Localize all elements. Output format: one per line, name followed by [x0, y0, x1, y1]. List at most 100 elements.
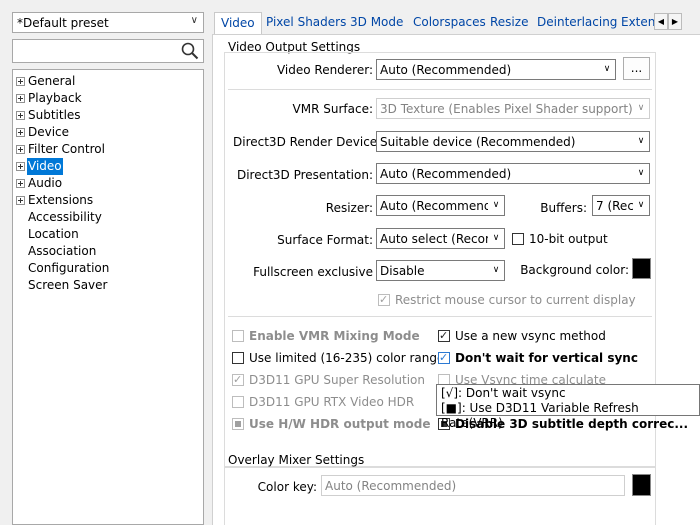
overlay-group-title: Overlay Mixer Settings — [228, 453, 365, 467]
color-key-value: Auto (Recommended) — [325, 479, 457, 493]
tab-pixel-shaders[interactable]: Pixel Shaders — [266, 12, 346, 35]
tab-extensions[interactable]: Exten — [621, 12, 655, 35]
chevron-down-icon: ∨ — [633, 132, 649, 151]
checkbox-box — [232, 330, 244, 342]
limited-color-range-label: Use limited (16-235) color range — [249, 351, 445, 365]
surface-format-label: Surface Format: — [277, 233, 373, 247]
tooltip-line-2: [■]: Use D3D11 Variable Refresh Rate(VRR… — [441, 401, 639, 430]
chevron-down-icon: ∨ — [599, 60, 615, 79]
tab-bar: Video Pixel Shaders 3D Mode Colorspaces … — [212, 12, 700, 35]
buffers-combo[interactable]: 7 (Reco ∨ — [592, 195, 650, 216]
resizer-label: Resizer: — [325, 201, 373, 215]
tree-item-label: Audio — [28, 176, 63, 190]
chevron-down-icon: ∨ — [488, 229, 504, 248]
expand-plus-icon[interactable] — [16, 179, 25, 188]
ten-bit-output-label: 10-bit output — [529, 232, 608, 246]
chevron-down-icon: ∨ — [488, 196, 504, 215]
resizer-combo[interactable]: Auto (Recommende ∨ — [376, 195, 505, 216]
tooltip-line-1: [√]: Don't wait vsync — [441, 386, 566, 400]
d3d-presentation-value: Auto (Recommended) — [380, 167, 512, 181]
expand-plus-icon[interactable] — [16, 94, 25, 103]
divider — [228, 316, 652, 317]
tab-colorspaces[interactable]: Colorspaces — [413, 12, 486, 35]
search-input[interactable] — [12, 39, 204, 63]
tree-item-label: Filter Control — [28, 142, 105, 156]
chevron-down-icon: ∨ — [633, 196, 649, 215]
expand-plus-icon[interactable] — [16, 111, 25, 120]
tree-item-label: General — [28, 74, 76, 88]
chevron-down-icon: ∨ — [633, 99, 649, 118]
expand-plus-icon[interactable] — [16, 77, 25, 86]
expand-plus-icon[interactable] — [16, 196, 25, 205]
vmr-surface-label: VMR Surface: — [292, 102, 373, 116]
tree-item-label: Association — [28, 244, 97, 258]
buffers-label: Buffers: — [540, 201, 587, 215]
video-renderer-label: Video Renderer: — [276, 63, 373, 77]
video-settings-panel: Video Output Settings Video Renderer: Au… — [212, 34, 700, 525]
checkbox-box — [232, 396, 244, 408]
options-tree[interactable]: General Playback Subtitles Device Filter… — [12, 69, 204, 525]
background-color-label: Background color: — [520, 263, 629, 277]
search-icon[interactable] — [181, 42, 199, 60]
tree-item-label: Accessibility — [28, 210, 102, 224]
restrict-mouse-label: Restrict mouse cursor to current display — [395, 293, 636, 307]
tree-item-label: Location — [28, 227, 79, 241]
preset-combo[interactable]: *Default preset ∨ — [12, 12, 204, 33]
d3d-presentation-label: Direct3D Presentation: — [236, 168, 373, 182]
fullscreen-exclusive-combo[interactable]: Disable ∨ — [376, 260, 505, 281]
surface-format-value: Auto select (Recomi — [380, 232, 500, 246]
new-vsync-method-label: Use a new vsync method — [455, 329, 606, 343]
chevron-down-icon: ∨ — [633, 164, 649, 183]
d3d11-super-resolution-label: D3D11 GPU Super Resolution — [249, 373, 426, 387]
preset-value: *Default preset — [17, 16, 109, 30]
checkbox-box — [378, 292, 390, 308]
tree-item-label: Subtitles — [28, 108, 81, 122]
tree-item-label: Configuration — [28, 261, 110, 275]
tab-3d-mode[interactable]: 3D Mode — [350, 12, 403, 35]
vmr-surface-combo: 3D Texture (Enables Pixel Shader support… — [376, 98, 650, 119]
chevron-down-icon: ∨ — [488, 261, 504, 280]
surface-format-combo[interactable]: Auto select (Recomi ∨ — [376, 228, 505, 249]
d3d11-rtx-hdr-label: D3D11 GPU RTX Video HDR — [249, 395, 415, 409]
tree-item-label: Screen Saver — [28, 278, 108, 292]
color-key-label: Color key: — [257, 480, 317, 494]
fullscreen-exclusive-label: Fullscreen exclusive — [253, 265, 373, 279]
renderer-settings-button[interactable]: ... — [623, 57, 650, 80]
vmr-surface-value: 3D Texture (Enables Pixel Shader support… — [380, 102, 650, 116]
tab-video[interactable]: Video — [214, 12, 262, 35]
color-key-swatch[interactable] — [632, 474, 651, 496]
checkbox-box — [232, 372, 244, 388]
checkbox-box[interactable] — [438, 328, 450, 344]
resizer-value: Auto (Recommende — [380, 199, 499, 213]
tab-resize[interactable]: Resize — [490, 12, 528, 35]
checkbox-box[interactable] — [232, 352, 244, 364]
tree-item-label: Device — [28, 125, 70, 139]
checkbox-box[interactable] — [512, 233, 524, 245]
expand-plus-icon[interactable] — [16, 162, 25, 171]
d3d-device-combo[interactable]: Suitable device (Recommended) ∨ — [376, 131, 650, 152]
background-color-swatch[interactable] — [632, 258, 651, 279]
tab-scroll-left-icon[interactable]: ◀ — [654, 13, 668, 30]
expand-plus-icon[interactable] — [16, 145, 25, 154]
dont-wait-vsync-label: Don't wait for vertical sync — [455, 351, 638, 365]
chevron-down-icon: ∨ — [190, 15, 198, 26]
video-renderer-combo[interactable]: Auto (Recommended) ∨ — [376, 59, 616, 80]
vrr-tooltip: [√]: Don't wait vsync [■]: Use D3D11 Var… — [436, 384, 700, 430]
checkbox-box[interactable] — [438, 350, 450, 366]
tab-scroll-right-icon[interactable]: ▶ — [668, 13, 682, 30]
d3d-presentation-combo[interactable]: Auto (Recommended) ∨ — [376, 163, 650, 184]
tree-item-label: Playback — [28, 91, 82, 105]
vmr-mixing-label: Enable VMR Mixing Mode — [249, 329, 420, 343]
expand-plus-icon[interactable] — [16, 128, 25, 137]
video-renderer-value: Auto (Recommended) — [380, 63, 512, 77]
tree-item-label-selected: Video — [27, 158, 63, 175]
tree-item-label: Extensions — [28, 193, 94, 207]
checkbox-box — [232, 418, 244, 430]
tab-deinterlacing[interactable]: Deinterlacing — [537, 12, 617, 35]
divider — [228, 89, 652, 90]
fullscreen-exclusive-value: Disable — [380, 264, 425, 278]
d3d-device-value: Suitable device (Recommended) — [380, 135, 576, 149]
d3d-device-label: Direct3D Render Device: — [233, 135, 382, 149]
hw-hdr-output-label: Use H/W HDR output mode — [249, 417, 431, 431]
color-key-combo: Auto (Recommended) — [321, 475, 625, 496]
